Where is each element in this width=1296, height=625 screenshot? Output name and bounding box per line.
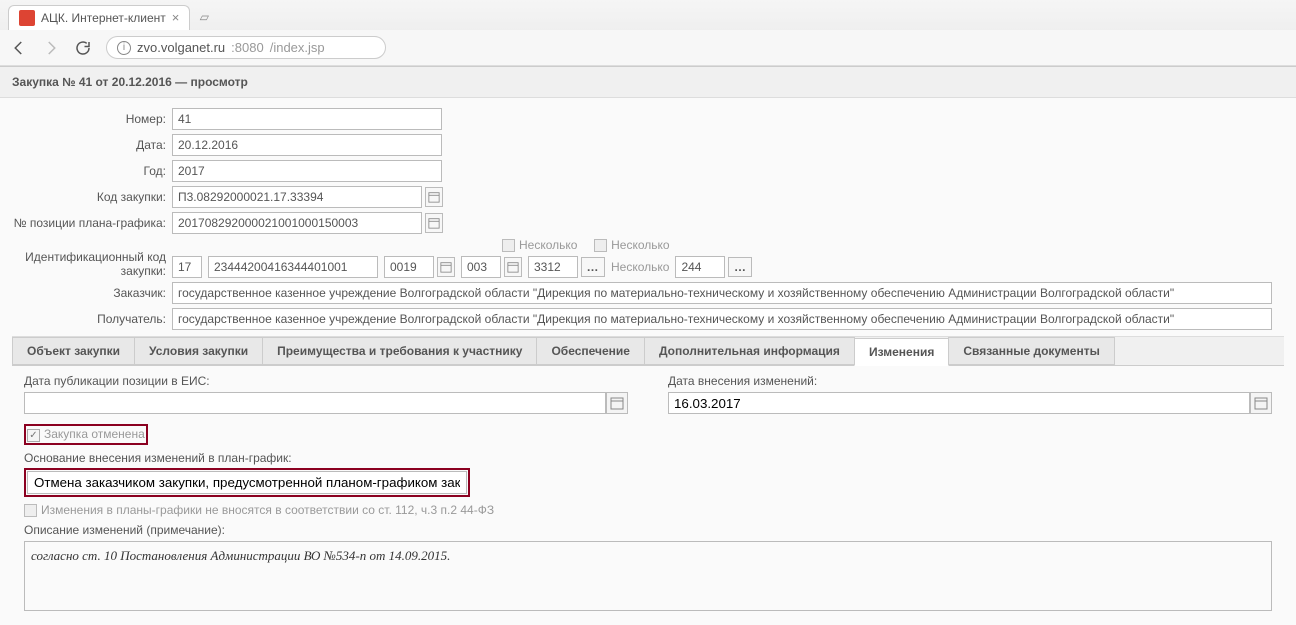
basis-input[interactable]	[27, 471, 467, 494]
url-path: /index.jsp	[270, 40, 325, 55]
tabs: Объект закупки Условия закупки Преимущес…	[12, 336, 1284, 366]
idcode-p1[interactable]	[172, 256, 202, 278]
idcode-group: Несколько Несколько … Несколько …	[172, 238, 752, 278]
several-label-1: Несколько	[519, 238, 577, 252]
tab-object[interactable]: Объект закупки	[12, 337, 135, 365]
idcode-p3[interactable]	[384, 256, 434, 278]
url-box[interactable]: i zvo.volganet.ru :8080/index.jsp	[106, 36, 386, 59]
number-input[interactable]	[172, 108, 442, 130]
plan-pos-label: № позиции плана-графика:	[12, 216, 172, 230]
site-info-icon[interactable]: i	[117, 41, 131, 55]
pick-button[interactable]: …	[728, 257, 752, 277]
idcode-p4[interactable]	[461, 256, 501, 278]
tab-changes[interactable]: Изменения	[854, 338, 949, 366]
forward-icon[interactable]	[42, 39, 60, 57]
recipient-input[interactable]	[172, 308, 1272, 330]
tab-related[interactable]: Связанные документы	[948, 337, 1115, 365]
tab-security[interactable]: Обеспечение	[536, 337, 645, 365]
several-checkbox-1	[502, 239, 515, 252]
tab-conditions[interactable]: Условия закупки	[134, 337, 263, 365]
new-tab-button[interactable]: ▱	[194, 8, 214, 26]
page-title: Закупка № 41 от 20.12.2016 — просмотр	[0, 67, 1296, 98]
cancel-checkbox: ✓	[27, 429, 40, 442]
tab-requirements[interactable]: Преимущества и требования к участнику	[262, 337, 537, 365]
address-bar: i zvo.volganet.ru :8080/index.jsp	[0, 30, 1296, 66]
customer-input[interactable]	[172, 282, 1272, 304]
calendar-icon[interactable]	[606, 392, 628, 414]
reload-icon[interactable]	[74, 39, 92, 57]
cancel-label: Закупка отменена	[44, 427, 145, 441]
plan-pos-input[interactable]	[172, 212, 422, 234]
calendar-icon[interactable]	[504, 257, 522, 277]
url-port: :8080	[231, 40, 264, 55]
pub-date-input[interactable]	[24, 392, 606, 414]
no-changes-checkbox	[24, 504, 37, 517]
favicon-icon	[19, 10, 35, 26]
customer-label: Заказчик:	[12, 286, 172, 300]
no-changes-label: Изменения в планы-графики не вносятся в …	[41, 503, 494, 517]
tab-additional[interactable]: Дополнительная информация	[644, 337, 855, 365]
pub-date-label: Дата публикации позиции в ЕИС:	[24, 374, 628, 388]
changes-panel: Дата публикации позиции в ЕИС: Дата внес…	[12, 366, 1284, 619]
basis-highlight	[24, 468, 470, 497]
back-icon[interactable]	[10, 39, 28, 57]
idcode-p2[interactable]	[208, 256, 378, 278]
browser-tab[interactable]: АЦК. Интернет-клиент ×	[8, 5, 190, 30]
calendar-icon[interactable]	[1250, 392, 1272, 414]
pick-button[interactable]: …	[581, 257, 605, 277]
tab-bar: АЦК. Интернет-клиент × ▱	[0, 0, 1296, 30]
calendar-icon[interactable]	[425, 213, 443, 233]
calendar-icon[interactable]	[437, 257, 455, 277]
calendar-icon[interactable]	[425, 187, 443, 207]
idcode-label: Идентификационный код закупки:	[12, 250, 172, 279]
idcode-p6[interactable]	[675, 256, 725, 278]
several-label-2: Несколько	[611, 238, 669, 252]
close-icon[interactable]: ×	[172, 10, 180, 25]
basis-label: Основание внесения изменений в план-граф…	[24, 451, 1272, 465]
year-input[interactable]	[172, 160, 442, 182]
recipient-label: Получатель:	[12, 312, 172, 326]
tab-title: АЦК. Интернет-клиент	[41, 11, 166, 25]
date-label: Дата:	[12, 138, 172, 152]
year-label: Год:	[12, 164, 172, 178]
browser-chrome: АЦК. Интернет-клиент × ▱ i zvo.volganet.…	[0, 0, 1296, 67]
code-input[interactable]	[172, 186, 422, 208]
change-date-label: Дата внесения изменений:	[668, 374, 1272, 388]
code-label: Код закупки:	[12, 190, 172, 204]
number-label: Номер:	[12, 112, 172, 126]
several-checkbox-2	[594, 239, 607, 252]
idcode-p5[interactable]	[528, 256, 578, 278]
desc-textarea[interactable]: согласно ст. 10 Постановления Администра…	[24, 541, 1272, 611]
form: Номер: Дата: Год: Код закупки: № позиции…	[0, 98, 1296, 625]
desc-value: согласно ст. 10 Постановления Администра…	[31, 548, 450, 563]
date-input[interactable]	[172, 134, 442, 156]
change-date-input[interactable]	[668, 392, 1250, 414]
url-host: zvo.volganet.ru	[137, 40, 225, 55]
several-inline-1: Несколько	[611, 260, 669, 274]
desc-label: Описание изменений (примечание):	[24, 523, 1272, 537]
page-content: Закупка № 41 от 20.12.2016 — просмотр Но…	[0, 67, 1296, 625]
cancel-highlight: ✓ Закупка отменена	[24, 424, 148, 444]
